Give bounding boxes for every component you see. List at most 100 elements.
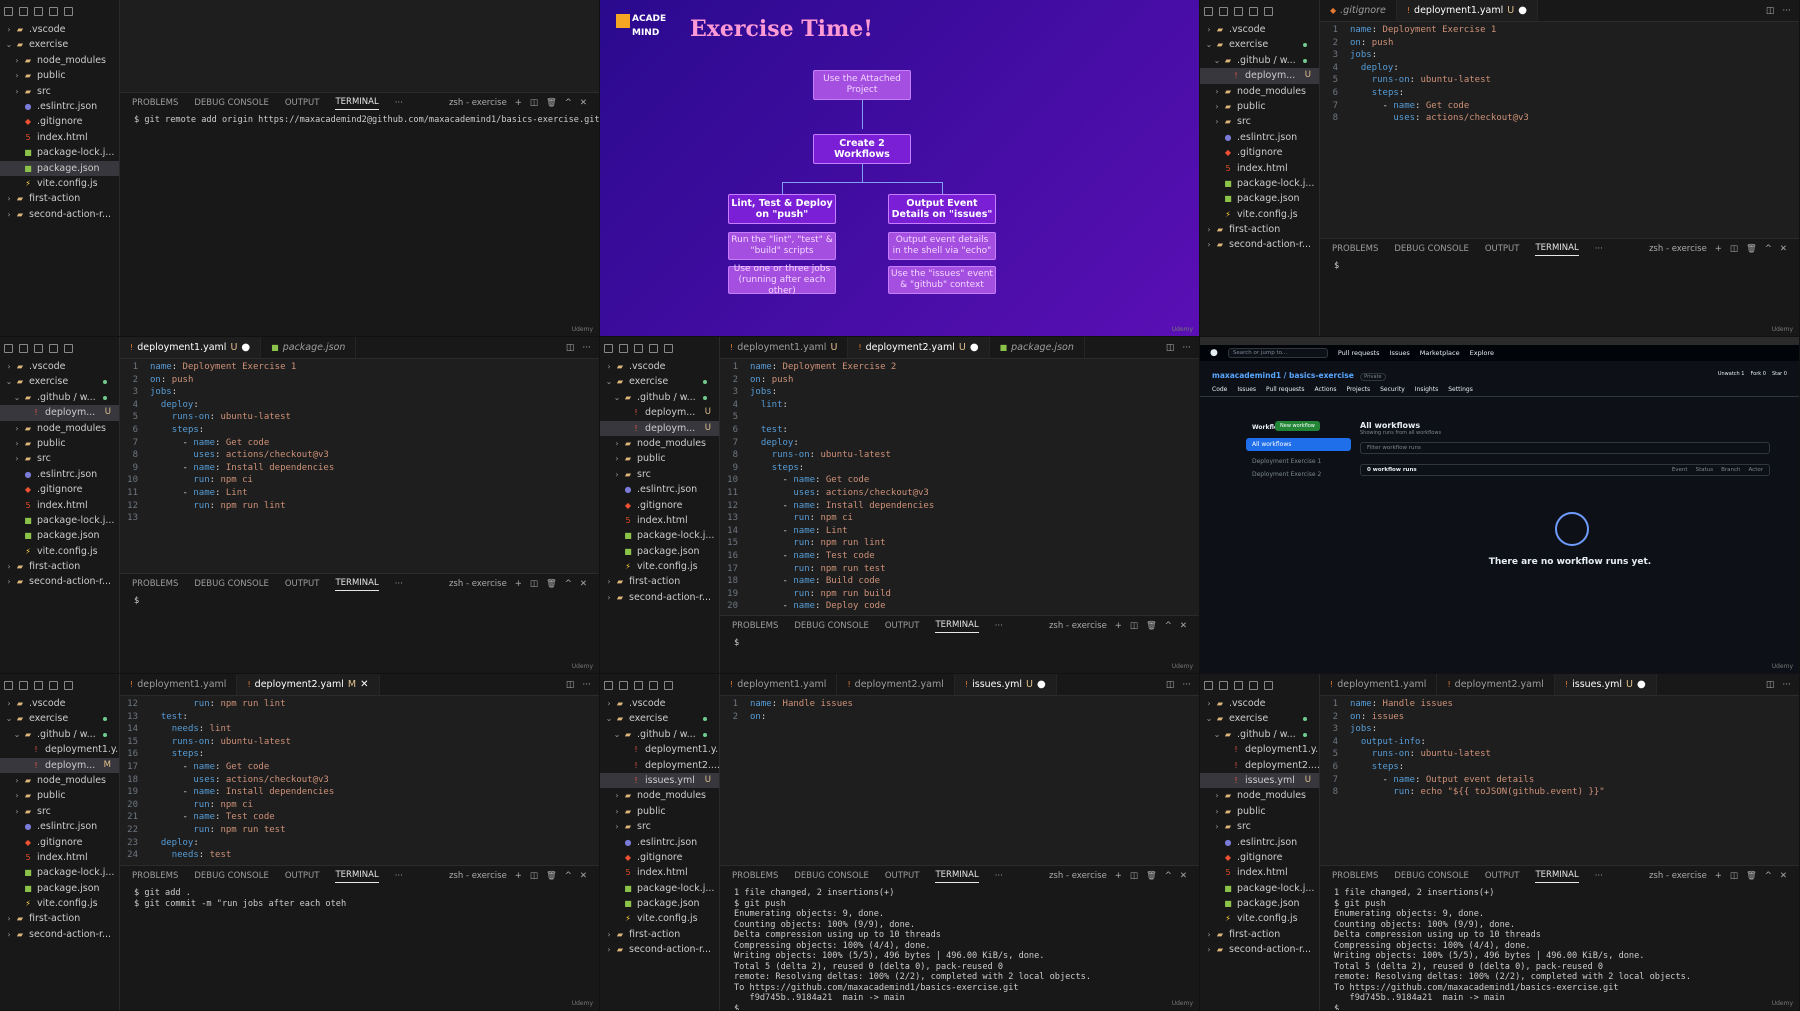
tree-item[interactable]: › ▰ first-action bbox=[600, 574, 719, 589]
collapse-icon[interactable]: collapse-icon bbox=[649, 343, 658, 353]
maximize-icon[interactable]: ^ bbox=[1765, 871, 1772, 881]
maximize-icon[interactable]: ^ bbox=[1165, 871, 1172, 881]
tree-item[interactable]: ⌄ ▰ .github / w... bbox=[600, 390, 719, 405]
tree-item[interactable]: › ▰ public bbox=[600, 804, 719, 819]
split-editor-icon[interactable]: ◫ bbox=[1166, 343, 1175, 353]
tree-item[interactable]: ■ package.json bbox=[600, 896, 719, 911]
code-editor[interactable]: 1 name: Deployment Exercise 1 2 on: push 3 jo… bbox=[1320, 22, 1799, 125]
panel-tab-terminal[interactable]: TERMINAL bbox=[335, 870, 379, 883]
tree-item[interactable]: ⌄ ▰ exercise bbox=[600, 711, 719, 726]
tree-item[interactable]: › ▰ second-action-r... bbox=[0, 207, 119, 222]
more-icon[interactable]: ··· bbox=[1182, 680, 1191, 690]
tree-item[interactable]: › ▰ src bbox=[0, 84, 119, 99]
split-terminal-icon[interactable]: ◫ bbox=[1130, 621, 1138, 631]
tree-item[interactable]: ⌄ ▰ exercise bbox=[1200, 711, 1319, 726]
panel-tab-terminal[interactable]: TERMINAL bbox=[335, 97, 379, 110]
terminal-name[interactable]: zsh - exercise bbox=[1049, 871, 1107, 881]
new-file-icon[interactable]: new-file-icon bbox=[1204, 680, 1213, 690]
unsaved-dot-icon[interactable]: ● bbox=[241, 342, 250, 353]
panel-tab-terminal[interactable]: TERMINAL bbox=[335, 578, 379, 591]
unwatch-button[interactable]: Unwatch 1 bbox=[1718, 371, 1745, 377]
split-editor-icon[interactable]: ◫ bbox=[566, 343, 575, 353]
tree-item[interactable]: ● .eslintrc.json bbox=[1200, 835, 1319, 850]
tree-item[interactable]: ● .eslintrc.json bbox=[0, 819, 119, 834]
panel-tab-problems[interactable]: PROBLEMS bbox=[132, 579, 178, 589]
new-workflow-button[interactable]: New workflow bbox=[1275, 421, 1320, 431]
tree-item[interactable]: › ▰ second-action-r... bbox=[1200, 237, 1319, 252]
panel-tab-terminal[interactable]: TERMINAL bbox=[935, 870, 979, 883]
tree-item[interactable]: › ▰ first-action bbox=[0, 191, 119, 206]
editor-tab[interactable]: ! deployment2.yaml M ✕ bbox=[237, 674, 380, 695]
terminal-name[interactable]: zsh - exercise bbox=[449, 98, 507, 108]
tree-item[interactable]: ⌄ ▰ .github / w... bbox=[0, 390, 119, 405]
trash-icon[interactable]: 🗑 bbox=[1746, 244, 1757, 254]
editor-tab[interactable]: ! deployment1.yaml U ● bbox=[120, 337, 262, 358]
more-icon[interactable]: more-icon bbox=[1264, 680, 1273, 690]
more-icon[interactable]: ··· bbox=[582, 680, 591, 690]
trash-icon[interactable]: 🗑 bbox=[546, 871, 557, 881]
tree-item[interactable]: 5 index.html bbox=[1200, 161, 1319, 176]
close-icon[interactable]: ✕ bbox=[360, 679, 368, 690]
panel-tab-problems[interactable]: PROBLEMS bbox=[132, 871, 178, 881]
tree-item[interactable]: 5 index.html bbox=[1200, 865, 1319, 880]
maximize-icon[interactable]: ^ bbox=[1165, 621, 1172, 631]
new-folder-icon[interactable]: new-folder-icon bbox=[619, 680, 628, 690]
new-folder-icon[interactable]: new-folder-icon bbox=[19, 6, 28, 16]
trash-icon[interactable]: 🗑 bbox=[1746, 871, 1757, 881]
tree-item[interactable]: ⌄ ▰ .github / w... bbox=[1200, 727, 1319, 742]
new-folder-icon[interactable]: new-folder-icon bbox=[19, 680, 28, 690]
refresh-icon[interactable]: refresh-icon bbox=[634, 680, 643, 690]
tree-item[interactable]: 5 index.html bbox=[0, 850, 119, 865]
panel-tab-debug-console[interactable]: DEBUG CONSOLE bbox=[194, 579, 268, 589]
tree-item[interactable]: ! deploym... U bbox=[1200, 68, 1319, 84]
tree-item[interactable]: ◆ .gitignore bbox=[1200, 145, 1319, 160]
tree-item[interactable]: › ▰ first-action bbox=[0, 559, 119, 574]
refresh-icon[interactable]: refresh-icon bbox=[634, 343, 643, 353]
code-editor[interactable]: 1 name: Handle issues 2 on: bbox=[720, 696, 1199, 723]
terminal-name[interactable]: zsh - exercise bbox=[449, 579, 507, 589]
tree-item[interactable]: › ▰ public bbox=[0, 788, 119, 803]
panel-tab-debug-console[interactable]: DEBUG CONSOLE bbox=[1394, 871, 1468, 881]
tree-item[interactable]: ! deployment2.... bbox=[1200, 758, 1319, 773]
close-icon[interactable]: ✕ bbox=[1180, 871, 1187, 881]
close-icon[interactable]: ✕ bbox=[580, 579, 587, 589]
tree-item[interactable]: ⌄ ▰ exercise bbox=[0, 37, 119, 52]
tree-item[interactable]: › ▰ public bbox=[600, 451, 719, 466]
split-terminal-icon[interactable]: ◫ bbox=[530, 579, 538, 589]
tree-item[interactable]: ! deployment1.y... bbox=[0, 742, 119, 757]
tree-item[interactable]: ⌄ ▰ exercise bbox=[0, 711, 119, 726]
editor-tab[interactable]: ◆ .gitignore bbox=[1320, 0, 1397, 21]
panel-tab-output[interactable]: OUTPUT bbox=[285, 871, 320, 881]
tree-item[interactable]: ⚡ vite.config.js bbox=[0, 896, 119, 911]
tree-item[interactable]: ⚡ vite.config.js bbox=[1200, 207, 1319, 222]
maximize-icon[interactable]: ^ bbox=[565, 871, 572, 881]
code-editor[interactable]: 1 name: Deployment Exercise 1 2 on: push 3 jo… bbox=[120, 359, 599, 525]
tree-item[interactable]: ■ package-lock.j... bbox=[0, 513, 119, 528]
tree-item[interactable]: ! issues.yml U bbox=[600, 772, 719, 789]
tree-item[interactable]: ● .eslintrc.json bbox=[0, 467, 119, 482]
tree-item[interactable]: › ▰ .vscode bbox=[600, 696, 719, 711]
tree-item[interactable]: › ▰ public bbox=[1200, 804, 1319, 819]
split-editor-icon[interactable]: ◫ bbox=[566, 680, 575, 690]
terminal-output[interactable]: 1 file changed, 2 insertions(+) $ git pus… bbox=[1320, 886, 1799, 1010]
tree-item[interactable]: › ▰ first-action bbox=[1200, 222, 1319, 237]
tree-item[interactable]: ■ package-lock.j... bbox=[0, 145, 119, 160]
editor-tab[interactable]: ! deployment2.yaml bbox=[1437, 674, 1555, 695]
terminal-output[interactable]: $ bbox=[1320, 259, 1799, 274]
tree-item[interactable]: ■ package-lock.j... bbox=[1200, 881, 1319, 896]
close-icon[interactable]: ✕ bbox=[580, 871, 587, 881]
tree-item[interactable]: ■ package.json bbox=[1200, 191, 1319, 206]
tree-item[interactable]: ■ package.json bbox=[1200, 896, 1319, 911]
more-icon[interactable]: ··· bbox=[1182, 343, 1191, 353]
panel-tab-terminal[interactable]: TERMINAL bbox=[1535, 870, 1579, 883]
filter-input[interactable]: Filter workflow runs bbox=[1360, 442, 1770, 454]
panel-tab--[interactable]: ··· bbox=[395, 579, 403, 589]
collapse-icon[interactable]: collapse-icon bbox=[49, 680, 58, 690]
more-icon[interactable]: more-icon bbox=[1264, 6, 1273, 16]
tree-item[interactable]: ⌄ ▰ exercise bbox=[0, 374, 119, 389]
filter-event[interactable]: Event bbox=[1672, 467, 1688, 473]
editor-tab[interactable]: ! deployment2.yaml bbox=[837, 674, 955, 695]
tree-item[interactable]: ⚡ vite.config.js bbox=[600, 559, 719, 574]
more-icon[interactable]: more-icon bbox=[664, 680, 673, 690]
tree-item[interactable]: › ▰ node_modules bbox=[600, 788, 719, 803]
